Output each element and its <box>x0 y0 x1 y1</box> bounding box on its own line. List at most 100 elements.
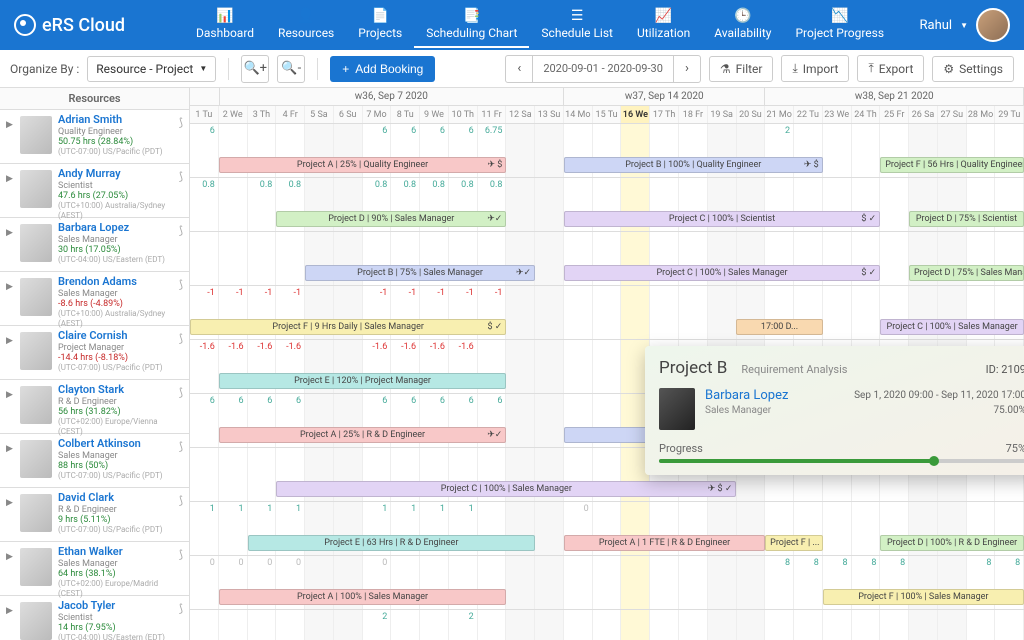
grid-cell[interactable]: 1 <box>219 502 248 555</box>
rss-icon[interactable]: ⟆ <box>179 602 183 615</box>
date-range[interactable]: 2020-09-01 - 2020-09-30 <box>533 55 673 83</box>
grid-cell[interactable] <box>650 286 679 339</box>
date-prev-button[interactable]: ‹ <box>505 55 533 83</box>
rss-icon[interactable]: ⟆ <box>179 170 183 183</box>
nav-schedule-list[interactable]: ☰Schedule List <box>529 2 625 48</box>
grid-cell[interactable] <box>564 340 593 393</box>
grid-cell[interactable] <box>478 610 507 640</box>
grid-cell[interactable] <box>305 610 334 640</box>
resource-item[interactable]: ▶Claire CornishProject Manager-14.4 hrs … <box>0 326 189 380</box>
grid-cell[interactable] <box>535 394 564 447</box>
nav-scheduling-chart[interactable]: 📑Scheduling Chart <box>414 2 529 48</box>
grid-cell[interactable] <box>535 556 564 609</box>
grid-cell[interactable] <box>593 340 622 393</box>
booking-bar[interactable]: Project A | 25% | R & D Engineer✈✓ <box>219 427 507 443</box>
grid-cell[interactable] <box>535 340 564 393</box>
nav-project-progress[interactable]: 📉Project Progress <box>783 2 896 48</box>
booking-bar[interactable]: Project D | 90% | Sales Manager✈✓ <box>276 211 506 227</box>
grid-cell[interactable] <box>593 286 622 339</box>
grid-cell[interactable]: 1 <box>190 502 219 555</box>
grid-cell[interactable]: 6 <box>190 394 219 447</box>
expand-icon[interactable]: ▶ <box>6 546 14 562</box>
expand-icon[interactable]: ▶ <box>6 492 14 508</box>
grid-cell[interactable] <box>506 556 535 609</box>
booking-bar[interactable]: Project B | 75% | Sales Manager✈✓ <box>305 265 535 281</box>
grid-cell[interactable] <box>248 232 277 285</box>
brand[interactable]: eRS Cloud <box>14 14 184 36</box>
grid-cell[interactable] <box>852 124 881 177</box>
grid-cell[interactable] <box>219 232 248 285</box>
booking-bar[interactable]: Project E | 120% | Project Manager <box>219 373 507 389</box>
grid-cell[interactable] <box>219 610 248 640</box>
booking-bar[interactable]: Project E | 63 Hrs | R & D Engineer <box>248 535 536 551</box>
booking-bar[interactable]: Project C | 100% | Sales Manager$ ✓ <box>564 265 880 281</box>
grid-cell[interactable] <box>535 610 564 640</box>
grid-cell[interactable] <box>737 610 766 640</box>
grid-cell[interactable] <box>880 178 909 231</box>
grid-cell[interactable] <box>621 610 650 640</box>
grid-cell[interactable] <box>248 610 277 640</box>
expand-icon[interactable]: ▶ <box>6 600 14 616</box>
grid-cell[interactable] <box>621 556 650 609</box>
resource-item[interactable]: ▶Brendon AdamsSales Manager-8.6 hrs (-4.… <box>0 272 189 326</box>
import-button[interactable]: ⤓Import <box>781 55 849 82</box>
expand-icon[interactable]: ▶ <box>6 330 14 346</box>
zoom-out-button[interactable]: 🔍- <box>277 55 305 83</box>
booking-bar[interactable]: Project D | 75% | Sales Manager <box>909 265 1024 281</box>
resource-item[interactable]: ▶Jacob TylerScientist14 hrs (7.95%)(UTC-… <box>0 596 189 640</box>
rss-icon[interactable]: ⟆ <box>179 224 183 237</box>
grid-cell[interactable] <box>823 286 852 339</box>
rss-icon[interactable]: ⟆ <box>179 332 183 345</box>
booking-bar[interactable]: Project D | 100% | R & D Engineer <box>880 535 1024 551</box>
resource-item[interactable]: ▶Clayton StarkR & D Engineer56 hrs (31.8… <box>0 380 189 434</box>
rss-icon[interactable]: ⟆ <box>179 440 183 453</box>
grid-cell[interactable] <box>219 448 248 501</box>
grid-cell[interactable] <box>823 124 852 177</box>
booking-bar[interactable]: Project A | 25% | Quality Engineer✈ $ <box>219 157 507 173</box>
booking-bar[interactable]: 17:00 D... <box>736 319 822 335</box>
grid-cell[interactable] <box>420 610 449 640</box>
grid-cell[interactable] <box>995 610 1024 640</box>
grid-cell[interactable] <box>190 232 219 285</box>
grid-cell[interactable]: 8 <box>765 556 794 609</box>
nav-projects[interactable]: 📄Projects <box>346 2 414 48</box>
booking-bar[interactable]: Project F | 56 Hrs | Quality Engineer <box>880 157 1024 173</box>
grid-cell[interactable] <box>708 610 737 640</box>
grid-cell[interactable] <box>967 610 996 640</box>
grid-cell[interactable] <box>765 610 794 640</box>
grid-cell[interactable] <box>938 610 967 640</box>
grid-cell[interactable] <box>276 232 305 285</box>
booking-bar[interactable]: Project F | 9 Hrs Daily | Sales Manager$… <box>190 319 506 335</box>
grid-cell[interactable] <box>506 286 535 339</box>
grid-cell[interactable] <box>650 556 679 609</box>
resource-item[interactable]: ▶David ClarkR & D Engineer9 hrs (5.11%)(… <box>0 488 189 542</box>
grid-cell[interactable]: 2 <box>449 610 478 640</box>
grid-cell[interactable] <box>506 394 535 447</box>
grid-cell[interactable] <box>621 286 650 339</box>
grid-cell[interactable]: -1.6 <box>190 340 219 393</box>
booking-bar[interactable]: Project A | 1 FTE | R & D Engineer <box>564 535 765 551</box>
rss-icon[interactable]: ⟆ <box>179 278 183 291</box>
grid-cell[interactable] <box>679 610 708 640</box>
grid-cell[interactable] <box>593 610 622 640</box>
grid-cell[interactable] <box>823 610 852 640</box>
grid-cell[interactable] <box>391 610 420 640</box>
add-booking-button[interactable]: + Add Booking <box>330 56 435 82</box>
expand-icon[interactable]: ▶ <box>6 222 14 238</box>
booking-bar[interactable]: Project F | ... <box>765 535 823 551</box>
grid-cell[interactable] <box>794 610 823 640</box>
grid-cell[interactable]: 0.8 <box>248 178 277 231</box>
nav-utilization[interactable]: 📈Utilization <box>625 2 702 48</box>
grid-cell[interactable] <box>190 610 219 640</box>
booking-bar[interactable]: Project A | 100% | Sales Manager <box>219 589 507 605</box>
expand-icon[interactable]: ▶ <box>6 168 14 184</box>
resource-item[interactable]: ▶Ethan WalkerSales Manager64 hrs (38.1%)… <box>0 542 189 596</box>
expand-icon[interactable]: ▶ <box>6 276 14 292</box>
expand-icon[interactable]: ▶ <box>6 438 14 454</box>
settings-button[interactable]: ⚙Settings <box>932 56 1014 82</box>
grid-cell[interactable] <box>564 556 593 609</box>
grid-cell[interactable] <box>535 502 564 555</box>
grid-cell[interactable]: 0 <box>190 556 219 609</box>
grid-cell[interactable] <box>880 610 909 640</box>
grid-cell[interactable] <box>535 286 564 339</box>
